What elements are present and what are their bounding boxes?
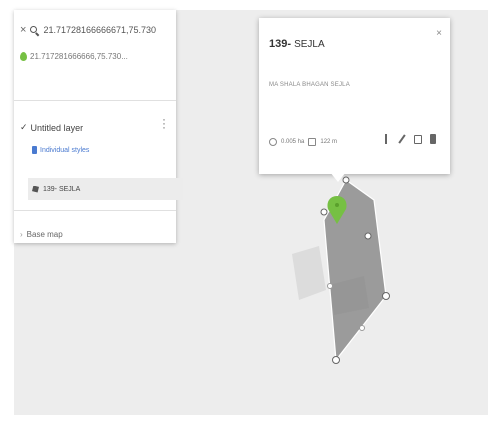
popup-title-number: 139- [269,38,292,50]
pencil-icon[interactable] [395,132,409,146]
feature-label: 139- SEJLA [43,185,81,193]
close-icon[interactable]: × [20,24,26,36]
layer-header[interactable]: ✓ Untitled layer [20,122,83,133]
layer-menu-icon[interactable]: · · · [162,113,166,133]
check-icon: ✓ [20,122,28,132]
search-result-text: 21.717281666666,75.730... [30,52,128,61]
popup-pointer [330,172,346,182]
vertex-handle[interactable] [364,232,372,240]
search-icon [30,25,39,35]
perimeter-value: 122 m [320,139,338,145]
style-link-label: Individual styles [40,146,90,154]
individual-styles-link[interactable]: Individual styles [32,146,89,154]
vertex-handle[interactable] [332,356,340,364]
basemap-label: Base map [26,230,63,239]
trash-icon[interactable] [430,134,436,144]
paint-icon [32,146,37,154]
popup-measurements: 0.005 ha 122 m [269,138,337,146]
chevron-right-icon: › [20,230,23,239]
sidebar-panel: × 21.71728166666671,75.730 21.7172816666… [14,10,183,243]
map-building-shadow [292,246,326,300]
search-bar[interactable]: × 21.71728166666671,75.730 [20,24,156,36]
polygon-icon [32,185,39,193]
perimeter-icon [308,138,317,146]
basemap-toggle[interactable]: › Base map [20,230,63,239]
popup-description: MA SHALA BHAGAN SEJLA [269,82,350,88]
divider [14,100,176,101]
popup-title: 139- SEJLA [269,38,325,50]
pin-icon [20,52,27,61]
search-query[interactable]: 21.71728166666671,75.730 [43,25,156,35]
search-result-item[interactable]: 21.717281666666,75.730... [20,52,128,61]
area-value: 0.005 ha [281,139,305,145]
feature-list-item[interactable]: 139- SEJLA [28,178,183,200]
paint-icon[interactable] [382,134,390,144]
vertex-handle[interactable] [382,292,390,300]
camera-icon[interactable] [414,134,422,144]
midpoint-handle[interactable] [359,325,365,331]
close-icon[interactable]: × [436,28,442,39]
feature-info-popup: 139- SEJLA × MA SHALA BHAGAN SEJLA 0.005… [259,18,450,174]
midpoint-handle[interactable] [327,283,333,289]
popup-title-name: SEJLA [294,39,325,50]
area-icon [269,138,277,146]
divider [14,210,176,211]
popup-actions [382,132,436,146]
layer-title: Untitled layer [30,122,84,133]
vertex-handle[interactable] [320,208,328,216]
